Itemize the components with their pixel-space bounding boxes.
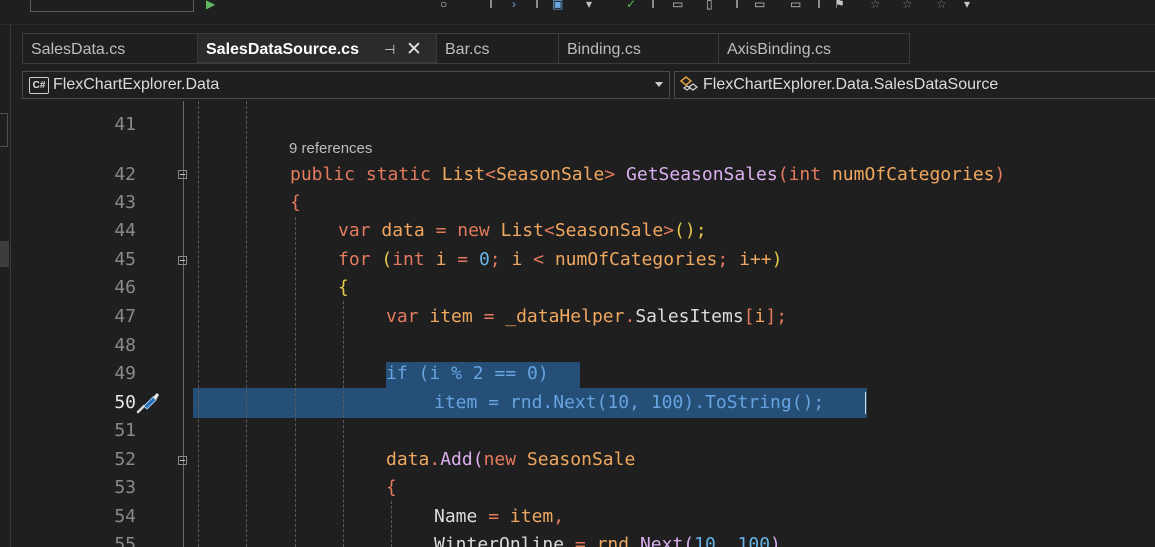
csharp-project-icon: C# — [29, 77, 49, 94]
line-number: 49 — [114, 363, 136, 384]
code-text: data.Add(new SeasonSale — [386, 449, 636, 470]
code-line: 44 var data = new List<SeasonSale>(); — [22, 217, 1155, 245]
code-line: 51 — [22, 417, 1155, 445]
line-number: 47 — [114, 306, 136, 327]
chevron-down-icon[interactable]: ▾ — [586, 0, 592, 10]
code-text: { — [290, 192, 301, 213]
code-text: { — [338, 277, 349, 298]
code-text: if (i % 2 == 0) — [386, 363, 549, 384]
code-line: 52 data.Add(new SeasonSale — [22, 446, 1155, 474]
step-icon[interactable]: › — [512, 0, 516, 10]
code-text: public static List<SeasonSale> GetSeason… — [290, 164, 1006, 185]
tab-label: SalesData.cs — [31, 41, 126, 58]
line-number: 51 — [114, 420, 136, 441]
document-tabs: SalesData.cs SalesDataSource.cs ⊣ ✕ Bar.… — [22, 33, 1155, 65]
line-number: 44 — [114, 220, 136, 241]
close-icon[interactable]: ✕ — [406, 34, 422, 65]
line-number: 53 — [114, 477, 136, 498]
code-line: 48 — [22, 332, 1155, 360]
line-number: 46 — [114, 277, 136, 298]
line-number: 48 — [114, 335, 136, 356]
line-number: 41 — [114, 114, 136, 135]
tab-axisbinding[interactable]: AxisBinding.cs — [718, 33, 910, 64]
tab-label: SalesDataSource.cs — [206, 41, 359, 58]
line-number: 54 — [114, 506, 136, 527]
toolbar: ▶ ○ › ▣ ▾ ✓ ▭ ▯ ▭ ▭ ⚑ ☆ ☆ ☆ ▾ — [0, 0, 1155, 25]
code-line: 47 var item = _dataHelper.SalesItems[i]; — [22, 303, 1155, 331]
code-text: item = rnd.Next(10, 100).ToString(); — [434, 392, 825, 413]
tab-label: Bar.cs — [445, 41, 490, 58]
chevron-down-icon[interactable]: ▾ — [964, 0, 970, 10]
line-number: 43 — [114, 192, 136, 213]
navigation-bar: C# FlexChartExplorer.Data FlexChartExplo… — [22, 71, 1155, 99]
text-caret — [865, 392, 866, 414]
bookmark-next-icon[interactable]: ☆ — [902, 0, 913, 10]
code-text: for (int i = 0; i < numOfCategories; i++… — [338, 249, 783, 270]
indent-icon[interactable]: ▭ — [754, 0, 765, 10]
bookmark-prev-icon[interactable]: ☆ — [870, 0, 881, 10]
bookmark-icon[interactable]: ⚑ — [834, 0, 845, 10]
comment-icon[interactable]: ▭ — [672, 0, 683, 10]
tab-salesdata[interactable]: SalesData.cs — [22, 33, 198, 64]
code-line: 53 { — [22, 474, 1155, 502]
project-dropdown[interactable]: C# FlexChartExplorer.Data — [22, 71, 670, 99]
toolbar-search-box[interactable] — [30, 0, 194, 12]
code-line: 50 item = rnd.Next(10, 100).ToString(); — [22, 389, 1155, 417]
code-line: 42 public static List<SeasonSale> GetSea… — [22, 161, 1155, 189]
left-tool-strip — [0, 25, 11, 547]
code-text: WinterOnline = rnd.Next(10, 100) — [434, 534, 781, 547]
code-text: Name = item, — [434, 506, 565, 527]
line-number: 52 — [114, 449, 136, 470]
code-line: 54 Name = item, — [22, 503, 1155, 531]
collapsed-panel-tab[interactable] — [0, 241, 9, 267]
code-text: { — [386, 477, 397, 498]
screwdriver-brush-icon[interactable] — [135, 391, 161, 415]
chevron-down-icon[interactable] — [655, 82, 663, 87]
tab-label: Binding.cs — [567, 41, 641, 58]
tab-label: AxisBinding.cs — [727, 41, 832, 58]
tab-bar[interactable]: Bar.cs — [436, 33, 559, 64]
uncomment-icon[interactable]: ▯ — [706, 0, 713, 10]
code-editor[interactable]: 9 references 41 42 public static List<Se… — [22, 101, 1155, 547]
pin-icon[interactable]: ⊣ — [384, 34, 395, 65]
code-line: 41 — [22, 111, 1155, 139]
toolbar-separator — [536, 0, 538, 8]
toolbar-separator — [490, 0, 492, 8]
code-line: 55 WinterOnline = rnd.Next(10, 100) — [22, 531, 1155, 547]
tab-binding[interactable]: Binding.cs — [558, 33, 719, 64]
line-number-current: 50 — [114, 392, 136, 413]
codelens-references[interactable]: 9 references — [289, 140, 372, 157]
debug-circle-icon[interactable]: ○ — [440, 0, 447, 10]
tab-salesdatasource[interactable]: SalesDataSource.cs ⊣ ✕ — [197, 33, 437, 64]
line-number: 55 — [114, 534, 136, 547]
toolbar-separator — [818, 0, 820, 8]
line-number: 42 — [114, 164, 136, 185]
code-line: 46 { — [22, 274, 1155, 302]
code-line: 45 for (int i = 0; i < numOfCategories; … — [22, 246, 1155, 274]
code-text: var item = _dataHelper.SalesItems[i]; — [386, 306, 788, 327]
code-line: 43 { — [22, 189, 1155, 217]
breakpoint-icon[interactable]: ▣ — [552, 0, 563, 10]
member-name: FlexChartExplorer.Data.SalesDataSource — [703, 76, 999, 93]
run-icon[interactable]: ▶ — [206, 0, 215, 10]
member-dropdown[interactable]: FlexChartExplorer.Data.SalesDataSource — [674, 71, 1155, 99]
outdent-icon[interactable]: ▭ — [790, 0, 801, 10]
line-number: 45 — [114, 249, 136, 270]
code-text: var data = new List<SeasonSale>(); — [338, 220, 707, 241]
project-name: FlexChartExplorer.Data — [53, 76, 220, 93]
bookmark-clear-icon[interactable]: ☆ — [936, 0, 947, 10]
class-icon — [679, 76, 699, 91]
toolbar-separator — [652, 0, 654, 8]
code-line: 49 if (i % 2 == 0) — [22, 360, 1155, 388]
collapsed-panel-tab[interactable] — [0, 113, 8, 147]
check-icon[interactable]: ✓ — [626, 0, 636, 10]
toolbar-separator — [736, 0, 738, 8]
